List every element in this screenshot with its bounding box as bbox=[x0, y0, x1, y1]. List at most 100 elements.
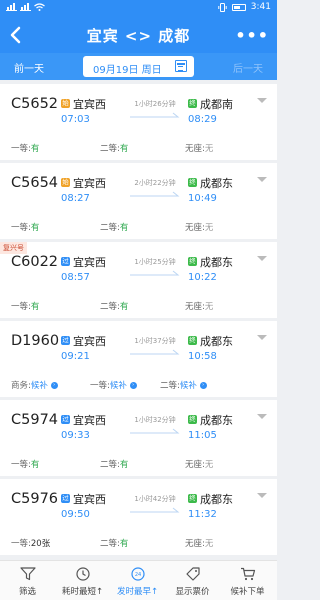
train-list: C5652 始 宜宾西 07:03 1小时26分钟 终 成都南 08:29 一等… bbox=[0, 84, 277, 558]
seat-value: 有 bbox=[30, 144, 40, 154]
signal-icon-2 bbox=[20, 3, 31, 11]
duration: 1小时37分钟 bbox=[134, 337, 176, 345]
departure-time: 08:27 bbox=[61, 193, 90, 204]
tab-label: 耗时最短↑ bbox=[61, 587, 104, 597]
date-bar: 前一天 09月19日 周日 后一天 bbox=[0, 53, 277, 80]
seat-label: 无座: bbox=[185, 460, 205, 470]
train-card[interactable]: D1960 过 宜宾西 09:21 1小时37分钟 终 成都东 10:58 商务… bbox=[0, 321, 277, 397]
wifi-icon bbox=[34, 3, 45, 11]
seat-label: 无座: bbox=[185, 302, 205, 312]
departure-station: 宜宾西 bbox=[73, 256, 106, 269]
pass-station-badge: 过 bbox=[61, 257, 70, 266]
more-icon[interactable]: ••• bbox=[235, 26, 269, 45]
departure-station: 宜宾西 bbox=[73, 177, 106, 190]
train-number: D1960 bbox=[11, 333, 60, 349]
chevron-down-icon[interactable] bbox=[257, 414, 267, 419]
arrival-time: 10:58 bbox=[188, 351, 217, 362]
departure-time: 08:57 bbox=[61, 272, 90, 283]
seat-value: 有 bbox=[30, 223, 40, 233]
seat-value: 无 bbox=[204, 223, 214, 233]
departure-time-icon: 24 bbox=[130, 567, 145, 581]
tab-earliest-departure[interactable]: 24 发时最早↑ bbox=[110, 561, 165, 600]
seat-info[interactable]: 一等:候补 › bbox=[90, 379, 137, 391]
end-station-badge: 终 bbox=[188, 336, 197, 345]
seat-label: 二等: bbox=[100, 144, 120, 154]
arrival-time: 10:22 bbox=[188, 272, 217, 283]
arrival-time: 08:29 bbox=[188, 114, 217, 125]
seat-info: 一等:有 bbox=[11, 142, 39, 154]
chevron-down-icon[interactable] bbox=[257, 177, 267, 182]
train-card[interactable]: C5976 过 宜宾西 09:50 1小时42分钟 终 成都东 11:32 一等… bbox=[0, 479, 277, 555]
duration: 1小时25分钟 bbox=[134, 258, 176, 266]
seat-info: 二等:有 bbox=[100, 458, 128, 470]
seat-value: 有 bbox=[119, 302, 129, 312]
tab-filter[interactable]: 筛选 bbox=[0, 561, 55, 600]
arrow-right-icon bbox=[130, 428, 180, 434]
departure-station: 宜宾西 bbox=[73, 335, 106, 348]
arrival-station: 成都东 bbox=[200, 493, 233, 506]
train-card[interactable]: C5654 始 宜宾西 08:27 2小时22分钟 终 成都东 10:49 一等… bbox=[0, 163, 277, 239]
arrival-time: 11:32 bbox=[188, 509, 217, 520]
tab-label: 筛选 bbox=[18, 587, 36, 597]
seat-value: 有 bbox=[119, 460, 129, 470]
waitlist-icon: › bbox=[50, 382, 58, 389]
train-number: C5976 bbox=[11, 491, 59, 507]
duration: 2小时22分钟 bbox=[134, 179, 176, 187]
arrival-station: 成都东 bbox=[200, 256, 233, 269]
status-left bbox=[6, 3, 45, 11]
cart-icon bbox=[240, 567, 255, 581]
tab-label: 显示票价 bbox=[175, 587, 210, 597]
chevron-down-icon[interactable] bbox=[257, 493, 267, 498]
train-card[interactable]: 复兴号 C6022 过 宜宾西 08:57 1小时25分钟 终 成都东 10:2… bbox=[0, 242, 277, 318]
date-text: 09月19日 周日 bbox=[93, 65, 162, 76]
tab-waitlist-order[interactable]: 候补下单 bbox=[220, 561, 275, 600]
fuxing-badge: 复兴号 bbox=[0, 242, 27, 254]
seat-value: 20张 bbox=[30, 539, 51, 549]
chevron-down-icon[interactable] bbox=[257, 335, 267, 340]
tab-show-price[interactable]: 显示票价 bbox=[165, 561, 220, 600]
seat-label: 一等: bbox=[90, 381, 110, 391]
pass-station-badge: 过 bbox=[61, 494, 70, 503]
seat-value: 有 bbox=[119, 539, 129, 549]
end-station-badge: 终 bbox=[188, 257, 197, 266]
train-number: C5652 bbox=[11, 96, 59, 112]
status-time: 3:41 bbox=[250, 2, 271, 12]
prev-day-button[interactable]: 前一天 bbox=[14, 60, 44, 75]
status-bar: 3:41 bbox=[0, 0, 277, 17]
arrival-station: 成都东 bbox=[200, 414, 233, 427]
seat-info: 一等:20张 bbox=[11, 537, 50, 549]
next-day-button[interactable]: 后一天 bbox=[233, 60, 263, 75]
departure-time: 09:21 bbox=[61, 351, 90, 362]
seat-info[interactable]: 二等:候补 › bbox=[160, 379, 207, 391]
seat-info: 二等:有 bbox=[100, 300, 128, 312]
arrival-station: 成都东 bbox=[200, 177, 233, 190]
train-card[interactable]: C5974 过 宜宾西 09:33 1小时32分钟 终 成都东 11:05 一等… bbox=[0, 400, 277, 476]
departure-time: 09:50 bbox=[61, 509, 90, 520]
seat-info: 无座:无 bbox=[185, 537, 213, 549]
pass-station-badge: 过 bbox=[61, 336, 70, 345]
clock-icon bbox=[75, 567, 90, 581]
status-right: 3:41 bbox=[218, 2, 271, 12]
tab-shortest-duration[interactable]: 耗时最短↑ bbox=[55, 561, 110, 600]
seat-info: 一等:有 bbox=[11, 458, 39, 470]
seat-info: 无座:无 bbox=[185, 221, 213, 233]
filter-icon bbox=[19, 567, 36, 581]
train-card[interactable]: C5652 始 宜宾西 07:03 1小时26分钟 终 成都南 08:29 一等… bbox=[0, 84, 277, 160]
train-number: C6022 bbox=[11, 254, 59, 270]
end-station-badge: 终 bbox=[188, 494, 197, 503]
arrow-right-icon bbox=[130, 270, 180, 276]
arrow-right-icon bbox=[130, 112, 180, 118]
arrival-station: 成都东 bbox=[200, 335, 233, 348]
seat-label: 商务: bbox=[11, 381, 31, 391]
seat-label: 无座: bbox=[185, 539, 205, 549]
seat-label: 一等: bbox=[11, 144, 31, 154]
chevron-down-icon[interactable] bbox=[257, 98, 267, 103]
seat-info[interactable]: 商务:候补 › bbox=[11, 379, 58, 391]
date-picker[interactable]: 09月19日 周日 bbox=[83, 56, 194, 77]
arrow-right-icon bbox=[130, 349, 180, 355]
pass-station-badge: 过 bbox=[61, 415, 70, 424]
chevron-down-icon[interactable] bbox=[257, 256, 267, 261]
seat-info: 二等:有 bbox=[100, 142, 128, 154]
seat-info: 二等:有 bbox=[100, 537, 128, 549]
departure-time: 09:33 bbox=[61, 430, 90, 441]
